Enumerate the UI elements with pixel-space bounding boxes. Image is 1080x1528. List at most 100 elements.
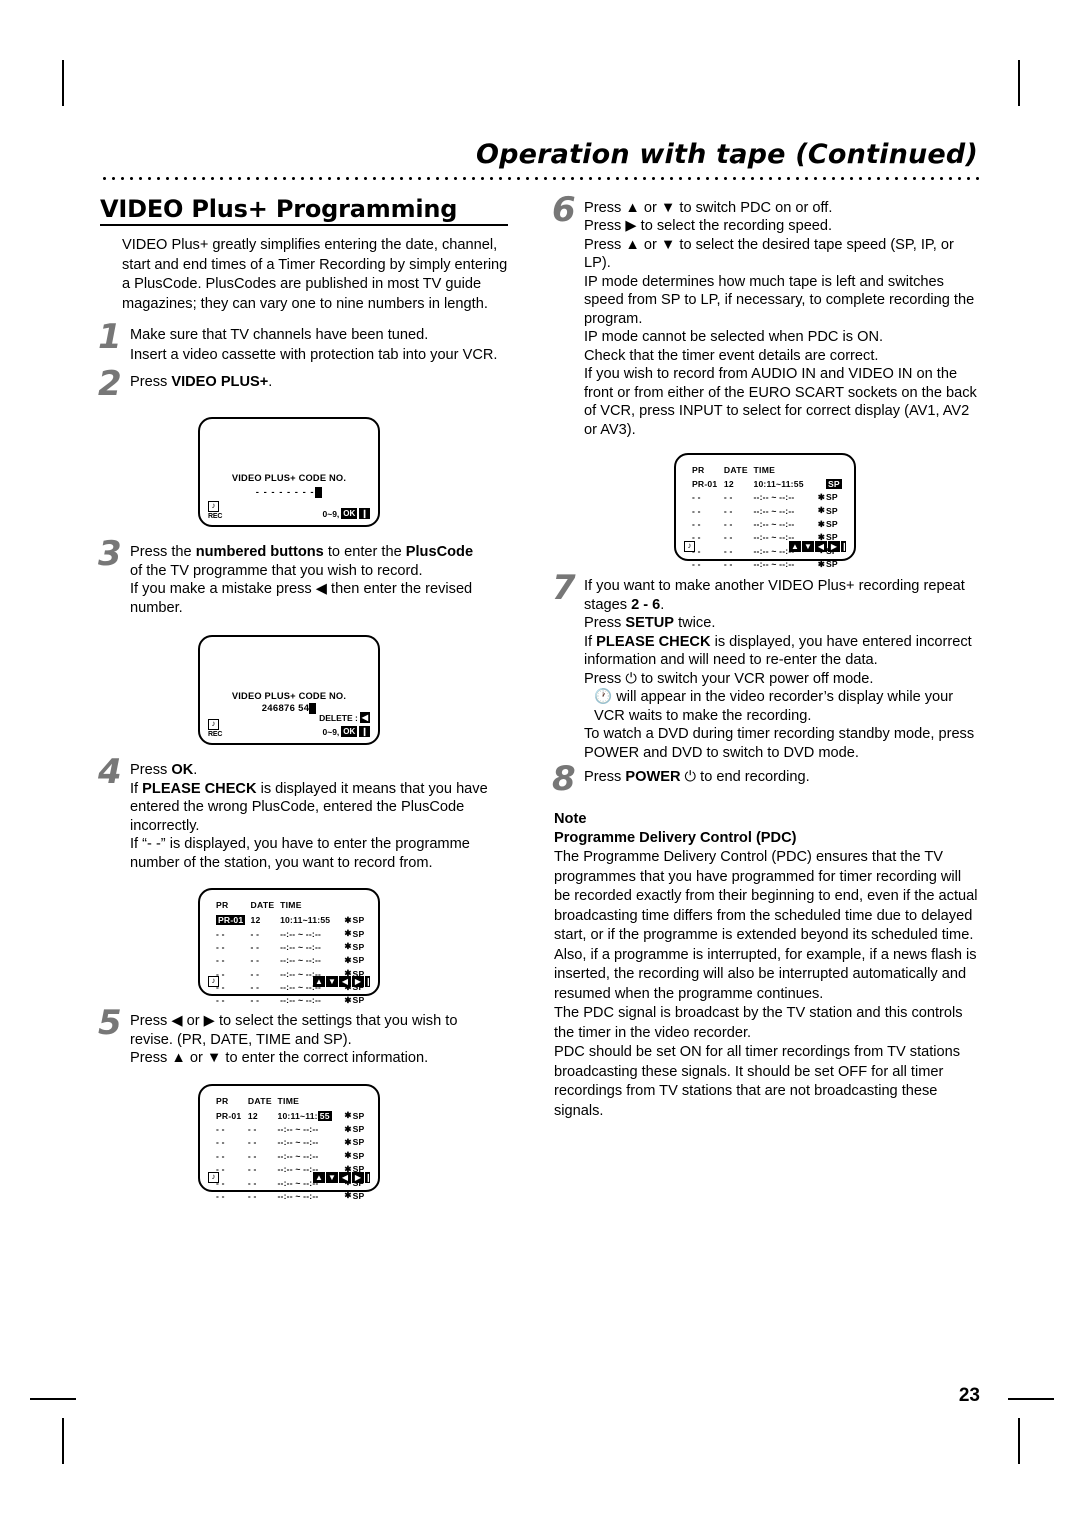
crop-mark-right-edge xyxy=(1008,1398,1054,1400)
step-2-button-name: VIDEO PLUS+ xyxy=(171,374,269,391)
step-7: 7 If you want to make another VIDEO Plus… xyxy=(552,571,980,762)
table-row[interactable]: PR-01 12 10:11~11:55 ✱ SP xyxy=(216,1109,368,1122)
down-arrow-icon[interactable]: ▼ xyxy=(326,976,338,988)
step-3-l1a: Press the xyxy=(130,544,196,561)
table-row[interactable]: - - - - --:-- ~ --:-- ✱ SP xyxy=(216,927,368,940)
screen4-r3-speed: SP xyxy=(352,1150,365,1161)
step-5-l3: Press ▲ or ▼ to enter the correct inform… xyxy=(130,1050,429,1067)
screen1-hint: 0~9, OK ❙ xyxy=(322,508,370,520)
screen4-r0-date: 12 xyxy=(247,1110,258,1121)
right-arrow-icon[interactable]: ▶ xyxy=(352,1171,364,1183)
step-2-prefix: Press xyxy=(130,374,172,391)
step-6-l1: Press ▲ or ▼ to switch PDC on or off. xyxy=(584,199,833,216)
screen4-r3-time: --:-- ~ --:-- xyxy=(277,1150,319,1161)
screen3-r0-time: 10:11~11:55 xyxy=(280,915,331,926)
step-1-text: Make sure that TV channels have been tun… xyxy=(130,326,526,365)
screen3-r0-pr: PR-01 xyxy=(216,915,246,926)
table-row[interactable]: - - - - --:-- ~ --:-- ✱ SP xyxy=(692,504,844,517)
step-7-l3: If PLEASE CHECK is displayed, you have e… xyxy=(584,633,980,670)
screen5-r1-pdc: ✱ xyxy=(817,491,826,502)
col-header-pdc xyxy=(344,900,353,913)
down-arrow-icon[interactable]: ▼ xyxy=(802,541,814,553)
step-7-stage-range: 2 - 6 xyxy=(631,596,661,613)
screen5-r0-pdc xyxy=(817,478,826,490)
screen4-r0-minutes-selected[interactable]: 55 xyxy=(317,1110,332,1121)
table-row[interactable]: - - - - --:-- ~ --:-- ✱ SP xyxy=(216,940,368,953)
col-header-date: DATE xyxy=(723,465,748,476)
screen3-r2-date: - - xyxy=(250,941,260,952)
up-arrow-icon[interactable]: ▲ xyxy=(313,976,325,988)
table-row[interactable]: - - - - --:-- ~ --:-- ✱ SP xyxy=(216,1189,368,1202)
screen3-r3-time: --:-- ~ --:-- xyxy=(280,955,322,966)
table-row[interactable]: - - - - --:-- ~ --:-- ✱ SP xyxy=(692,517,844,530)
table-row[interactable]: - - - - --:-- ~ --:-- ✱ SP xyxy=(216,1149,368,1162)
timer-clock-icon: ♪ xyxy=(684,541,695,553)
screen3-timer-indicator: ♪ xyxy=(208,976,219,988)
step-3-number: 3 xyxy=(98,534,122,575)
up-arrow-icon[interactable]: ▲ xyxy=(789,541,801,553)
screen4-r2-pdc: ✱ xyxy=(344,1136,352,1147)
left-arrow-icon[interactable]: ◀ xyxy=(339,976,351,988)
col-header-speed xyxy=(353,1096,368,1109)
table-row[interactable]: - - - - --:-- ~ --:-- ✱ SP xyxy=(216,954,368,967)
step-4-l1c: . xyxy=(193,762,198,779)
screen3-r2-time: --:-- ~ --:-- xyxy=(280,941,322,952)
screen3-navkeys[interactable]: ▲ ▼ ◀ ▶ ❙ xyxy=(313,976,372,988)
table-row[interactable]: - - - - --:-- ~ --:-- ✱ SP xyxy=(692,491,844,504)
step-6-l5: IP mode cannot be selected when PDC is O… xyxy=(584,329,884,346)
header-dotted-rule xyxy=(100,175,980,181)
screen5-r0-speed-selected[interactable]: SP xyxy=(825,479,842,490)
step-4-number: 4 xyxy=(98,752,122,793)
screen5-timer-table: PR DATE TIME PR-01 12 10:11~11:55 SP - -… xyxy=(692,465,844,571)
step-7-text: If you want to make another VIDEO Plus+ … xyxy=(584,577,980,762)
step-5-l2: revise. (PR, DATE, TIME and SP). xyxy=(130,1031,352,1048)
screen4-navkeys[interactable]: ▲ ▼ ◀ ▶ ❙ xyxy=(313,1171,372,1183)
left-arrow-icon[interactable]: ◀ xyxy=(339,1171,351,1183)
table-row[interactable]: - - - - --:-- ~ --:-- ✱ SP xyxy=(216,1122,368,1135)
table-row[interactable]: - - - - --:-- ~ --:-- ✱ SP xyxy=(692,557,844,570)
step-8-suffix: ⏻ to end recording. xyxy=(680,769,810,786)
screen4-r0-pdc: ✱ xyxy=(344,1110,352,1121)
down-arrow-icon[interactable]: ▼ xyxy=(326,1171,338,1183)
step-4-text: Press OK. If PLEASE CHECK is displayed i… xyxy=(130,761,526,872)
bar-key-icon[interactable]: ❙ xyxy=(365,976,372,988)
screen4-r4-pr: - - xyxy=(216,1164,225,1175)
right-arrow-icon[interactable]: ▶ xyxy=(828,541,840,553)
page-number: 23 xyxy=(958,1385,980,1406)
step-7-l2c: twice. xyxy=(674,615,716,632)
note-heading: Note xyxy=(554,811,587,828)
bar-key-icon[interactable]: ❙ xyxy=(365,1171,372,1183)
step-3: 3 Press the numbered buttons to enter th… xyxy=(98,537,526,617)
screen3-r2-pr: - - xyxy=(216,941,225,952)
step-4-l2a: If xyxy=(130,780,143,797)
screen1-hint-prefix: 0~9, xyxy=(322,508,340,519)
table-row[interactable]: PR-01 12 10:11~11:55 ✱ SP xyxy=(216,913,368,926)
bar-key-icon[interactable]: ❙ xyxy=(841,541,848,553)
col-header-speed xyxy=(353,900,368,913)
step-7-l2a: Press xyxy=(584,615,626,632)
screen3-r4-pr: - - xyxy=(216,968,225,979)
screen5-r0-date: 12 xyxy=(723,479,734,490)
screen4-r6-speed: SP xyxy=(352,1190,365,1201)
screen4-r3-pdc: ✱ xyxy=(344,1150,352,1161)
screen3-r1-time: --:-- ~ --:-- xyxy=(280,928,322,939)
timer-clock-icon: ♪ xyxy=(208,1171,219,1183)
table-row[interactable]: PR-01 12 10:11~11:55 SP xyxy=(692,478,844,490)
screen5-navkeys[interactable]: ▲ ▼ ◀ ▶ ❙ xyxy=(789,541,848,553)
step-6-l6: Check that the timer event details are c… xyxy=(584,347,879,364)
table-row[interactable]: - - - - --:-- ~ --:-- ✱ SP xyxy=(216,1136,368,1149)
col-header-pr: PR xyxy=(216,1095,229,1106)
step-7-l1c: . xyxy=(660,596,665,613)
step-6-l2: Press ▶ to select the recording speed. xyxy=(584,218,833,235)
screen5-r6-pr: - - xyxy=(692,559,701,570)
left-arrow-icon[interactable]: ◀ xyxy=(815,541,827,553)
col-header-date: DATE xyxy=(247,1095,272,1106)
screen3-r5-pr: - - xyxy=(216,982,225,993)
right-arrow-icon[interactable]: ▶ xyxy=(352,976,364,988)
up-arrow-icon[interactable]: ▲ xyxy=(313,1171,325,1183)
table-row[interactable]: - - - - --:-- ~ --:-- ✱ SP xyxy=(216,994,368,1007)
screen-timer-list-minutes-selected: PR DATE TIME PR-01 12 10:11~11:55 ✱ SP xyxy=(198,1083,380,1201)
screen4-r6-pdc: ✱ xyxy=(344,1190,352,1201)
screen5-r4-pr: - - xyxy=(692,532,701,543)
screen2-title: VIDEO PLUS+ CODE NO. xyxy=(231,691,347,702)
